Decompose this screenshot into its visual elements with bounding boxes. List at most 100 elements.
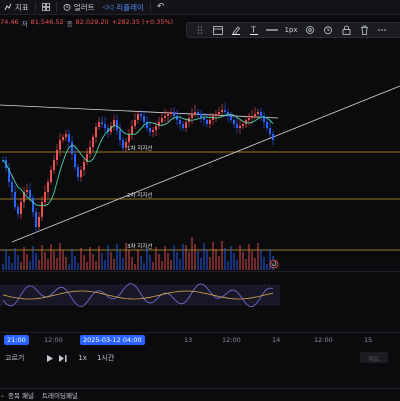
volume-bar xyxy=(173,245,175,270)
volume-bar xyxy=(68,264,70,270)
volume-bar xyxy=(161,261,163,270)
candle-body xyxy=(104,124,106,128)
time-label: 13 xyxy=(184,336,193,344)
volume-bar xyxy=(101,253,103,270)
volume-bar xyxy=(254,258,256,270)
volume-bar xyxy=(122,258,124,270)
candle-body xyxy=(53,160,55,170)
time-axis[interactable]: 21:00 12:00 2025-03-12 04:00 13 12:00 14… xyxy=(0,332,400,349)
line-style-icon[interactable] xyxy=(265,24,279,36)
undo-button[interactable]: ↶ xyxy=(153,0,169,14)
text-color-icon[interactable]: T xyxy=(247,24,261,36)
volume-bar xyxy=(53,251,55,270)
candle-body xyxy=(233,120,235,124)
volume-bar xyxy=(20,262,22,270)
delete-icon[interactable] xyxy=(357,24,371,36)
toolbar-divider xyxy=(55,2,57,12)
settings-icon[interactable] xyxy=(303,24,317,36)
candle-body xyxy=(251,116,253,118)
candle-body xyxy=(56,150,58,160)
more-options-icon[interactable] xyxy=(375,24,389,36)
candle-body xyxy=(236,124,238,128)
ohlc-legend: 74.46 저 81,546.52 종 82,029.20 +282.35 (+… xyxy=(0,18,173,28)
replay-marker-icon[interactable] xyxy=(269,259,279,269)
volume-bar xyxy=(140,256,142,270)
line-color-icon[interactable] xyxy=(229,24,243,36)
candle-body xyxy=(206,120,208,124)
crosshair-date-label: 2025-03-12 04:00 xyxy=(80,335,145,345)
drag-handle-icon[interactable] xyxy=(193,24,207,36)
replay-button[interactable]: ◁◁ 리플레이 xyxy=(99,0,148,14)
volume-bar xyxy=(92,254,94,270)
volume-bar xyxy=(149,255,151,270)
trading-panel-tab[interactable]: 트레이딩패널 xyxy=(42,390,78,400)
volume-bar xyxy=(47,259,49,270)
candle-body xyxy=(149,128,151,132)
lock-icon[interactable] xyxy=(339,24,353,36)
candle-body xyxy=(80,170,82,177)
volume-bar xyxy=(236,260,238,270)
stock-panel-tab[interactable]: ⌄ 종목 패널 xyxy=(0,390,35,401)
volume-series xyxy=(2,237,274,270)
volume-bar xyxy=(182,244,184,270)
rising-trendline[interactable] xyxy=(11,85,400,243)
layout-button[interactable] xyxy=(38,0,54,14)
line-width-select[interactable]: 1px xyxy=(283,24,299,36)
open-value: 74.46 xyxy=(0,18,19,26)
select-range-button[interactable]: 고르기 xyxy=(0,353,29,363)
indicators-label: 지표 xyxy=(15,2,29,12)
volume-bar xyxy=(251,251,253,270)
volume-bar xyxy=(65,257,67,270)
template-icon[interactable] xyxy=(211,24,225,36)
volume-bar xyxy=(14,248,16,270)
volume-bar xyxy=(71,249,73,270)
candle-body xyxy=(260,112,262,116)
volume-bar xyxy=(206,250,208,270)
volume-bar xyxy=(41,245,43,270)
speed-select[interactable]: 1x xyxy=(73,354,92,362)
candlestick-series xyxy=(2,103,274,233)
play-icon[interactable] xyxy=(47,354,54,362)
candle-body xyxy=(44,192,46,202)
price-chart[interactable]: 1차 지지선 2차 지지선 3차 지지선 xyxy=(0,42,400,332)
volume-bar xyxy=(257,243,259,270)
candle-body xyxy=(98,122,100,127)
candle-body xyxy=(266,122,268,128)
candle-body xyxy=(134,120,136,126)
toolbar-divider xyxy=(34,2,36,12)
candle-body xyxy=(71,142,73,154)
close-value: 82,029.20 xyxy=(75,18,109,26)
alerts-button[interactable]: 얼러트 xyxy=(59,0,99,14)
volume-bar xyxy=(155,247,157,270)
volume-bar xyxy=(56,258,58,270)
stock-panel-label: 종목 패널 xyxy=(8,392,35,400)
step-forward-icon[interactable] xyxy=(59,354,67,362)
volume-bar xyxy=(2,264,4,270)
indicators-button[interactable]: 지표 xyxy=(0,0,33,14)
low-value: 81,546.52 xyxy=(30,18,64,26)
time-label: 21:00 xyxy=(4,335,29,345)
candle-body xyxy=(173,112,175,116)
candle-body xyxy=(194,112,196,114)
svg-text:T: T xyxy=(250,26,256,35)
candle-body xyxy=(41,202,43,217)
volume-bar xyxy=(221,241,223,270)
candle-body xyxy=(122,140,124,148)
volume-bar xyxy=(23,247,25,270)
candle-body xyxy=(128,134,130,142)
volume-bar xyxy=(227,261,229,270)
volume-bar xyxy=(107,245,109,270)
volume-bar xyxy=(29,261,31,270)
volume-bar xyxy=(263,257,265,270)
volume-bar xyxy=(245,259,247,270)
candle-body xyxy=(140,114,142,116)
candle-body xyxy=(38,217,40,227)
jump-button[interactable]: 계트 xyxy=(360,352,388,363)
alert-add-icon[interactable] xyxy=(321,24,335,36)
candle-body xyxy=(137,114,139,120)
volume-bar xyxy=(59,243,61,270)
candle-body xyxy=(215,114,217,116)
interval-select[interactable]: 1시간 xyxy=(92,353,119,363)
volume-bar xyxy=(191,237,193,270)
time-label: 12:00 xyxy=(44,336,63,344)
